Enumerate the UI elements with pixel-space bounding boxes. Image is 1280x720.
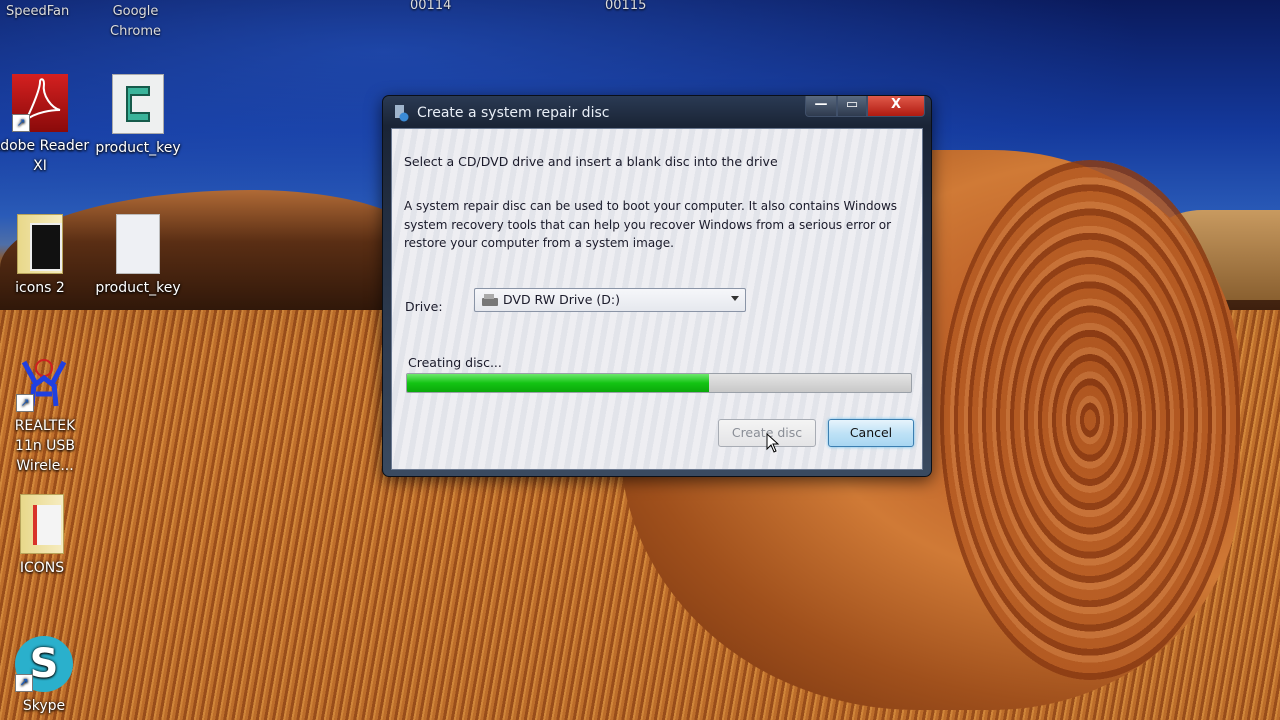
cancel-button[interactable]: Cancel bbox=[828, 419, 914, 447]
desktop-icon-adobe-reader[interactable]: ↗ Adobe Reader XI bbox=[0, 74, 90, 176]
repair-disc-app-icon bbox=[395, 105, 409, 122]
mouse-cursor-icon bbox=[766, 433, 780, 453]
desktop-label-google-chrome[interactable]: Google Chrome bbox=[110, 2, 161, 42]
skype-icon: S ↗ bbox=[15, 636, 73, 692]
text-file-icon bbox=[116, 214, 160, 274]
desktop-icon-icons[interactable]: ICONS bbox=[0, 494, 92, 578]
desktop-icon-label: product_key bbox=[95, 140, 181, 156]
dialog-content: Select a CD/DVD drive and insert a blank… bbox=[391, 128, 923, 470]
pdf-app-icon: ↗ bbox=[12, 74, 68, 132]
shortcut-arrow-icon: ↗ bbox=[12, 114, 30, 132]
repair-disc-dialog: Create a system repair disc — ▭ X Select… bbox=[382, 95, 932, 477]
desktop-icon-label: icons 2 bbox=[15, 280, 65, 296]
description-text: A system repair disc can be used to boot… bbox=[404, 199, 898, 250]
shortcut-arrow-icon: ↗ bbox=[15, 674, 33, 692]
desktop-icon-label: product_key bbox=[95, 280, 181, 296]
desktop-icon-label: REALTEK 11n USB Wirele... bbox=[14, 418, 76, 474]
desktop-label-00114[interactable]: 00114 bbox=[410, 0, 451, 13]
dvd-drive-icon bbox=[482, 294, 498, 306]
desktop-label-speedfan[interactable]: SpeedFan bbox=[6, 4, 69, 19]
desktop-icon-icons-2[interactable]: icons 2 bbox=[0, 214, 90, 298]
progress-bar bbox=[406, 373, 912, 393]
script-file-icon bbox=[112, 74, 164, 134]
desktop-icon-label: ICONS bbox=[19, 560, 65, 576]
folder-icon bbox=[20, 494, 64, 554]
progress-bar-fill bbox=[407, 374, 710, 392]
folder-icon bbox=[17, 214, 63, 274]
instruction-heading: Select a CD/DVD drive and insert a blank… bbox=[404, 154, 778, 169]
title-bar[interactable]: Create a system repair disc — ▭ X bbox=[383, 96, 931, 128]
desktop-icon-product-key-text[interactable]: product_key bbox=[88, 214, 188, 298]
minimize-button[interactable]: — bbox=[805, 96, 837, 117]
desktop-icon-skype[interactable]: S ↗ Skype bbox=[0, 636, 94, 716]
wireless-utility-icon: ↗ bbox=[16, 354, 72, 412]
close-button[interactable]: X bbox=[867, 96, 925, 117]
chevron-down-icon bbox=[731, 296, 739, 301]
desktop-label-00115[interactable]: 00115 bbox=[605, 0, 646, 13]
desktop-icon-label: Skype bbox=[22, 698, 66, 714]
drive-dropdown[interactable]: DVD RW Drive (D:) bbox=[474, 288, 746, 312]
shortcut-arrow-icon: ↗ bbox=[16, 394, 34, 412]
window-title: Create a system repair disc bbox=[417, 105, 610, 121]
wallpaper-hay-bale-face bbox=[940, 160, 1240, 680]
drive-dropdown-value: DVD RW Drive (D:) bbox=[503, 292, 620, 307]
status-text: Creating disc... bbox=[408, 355, 502, 370]
desktop-icon-product-key-script[interactable]: product_key bbox=[88, 74, 188, 158]
drive-label: Drive: bbox=[405, 299, 443, 314]
maximize-button[interactable]: ▭ bbox=[837, 96, 867, 117]
desktop-icon-realtek[interactable]: ↗ REALTEK 11n USB Wirele... bbox=[0, 354, 96, 476]
desktop-icon-label: Adobe Reader XI bbox=[0, 138, 90, 174]
